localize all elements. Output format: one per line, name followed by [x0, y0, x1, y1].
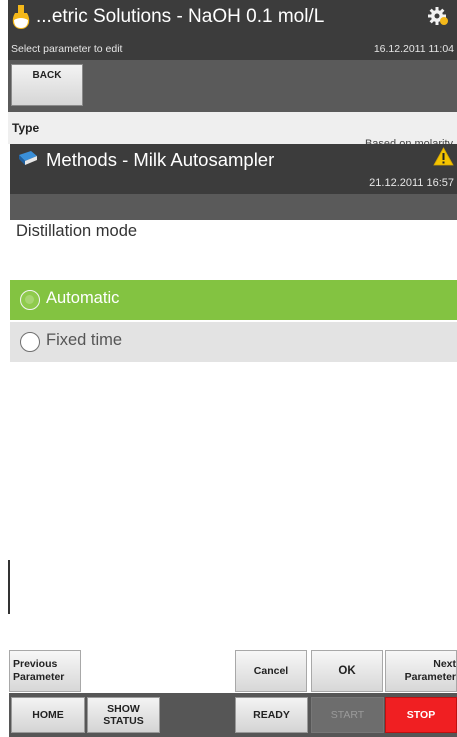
cancel-button[interactable]: Cancel [235, 650, 307, 692]
option-automatic-label: Automatic [46, 289, 120, 307]
home-button[interactable]: HOME [11, 697, 85, 733]
warning-icon[interactable] [433, 147, 454, 166]
ready-button[interactable]: READY [235, 697, 308, 733]
dialog-toolbar [10, 194, 457, 220]
option-automatic[interactable]: Automatic [10, 280, 457, 320]
background-window-datetime: 16.12.2011 11:04 [373, 43, 454, 55]
dialog-header: Methods - Milk Autosampler 21.12.2011 16… [10, 144, 457, 194]
back-button[interactable]: BACK [11, 64, 83, 106]
type-value: Based on molarity [364, 138, 453, 144]
stop-button[interactable]: STOP [385, 697, 457, 733]
type-row: Type Based on molarity [8, 112, 457, 144]
dialog-title: Methods - Milk Autosampler [46, 149, 275, 170]
flask-icon [11, 4, 31, 30]
background-window-title: ...etric Solutions - NaOH 0.1 mol/L [36, 6, 325, 27]
settings-icon[interactable] [427, 5, 449, 27]
action-bar: Previous Parameter Cancel OK Next Parame… [9, 650, 457, 692]
background-window-header: ...etric Solutions - NaOH 0.1 mol/L Sele… [8, 0, 457, 60]
background-window-subtitle: Select parameter to edit [11, 43, 123, 55]
radio-button[interactable] [20, 332, 40, 352]
type-label: Type [12, 121, 40, 135]
ok-button[interactable]: OK [311, 650, 383, 692]
radio-button-selected[interactable] [20, 290, 40, 310]
distillation-mode-label: Distillation mode [16, 222, 138, 240]
previous-parameter-button[interactable]: Previous Parameter [9, 650, 81, 692]
dialog-edge [8, 560, 10, 614]
option-fixed-time[interactable]: Fixed time [10, 322, 457, 362]
background-window-toolbar: BACK [8, 60, 457, 112]
show-status-button[interactable]: SHOW STATUS [87, 697, 160, 733]
dialog-datetime: 21.12.2011 16:57 [369, 177, 454, 189]
methods-book-icon [18, 150, 38, 166]
option-fixed-time-label: Fixed time [46, 331, 123, 349]
next-parameter-button[interactable]: Next Parameter [385, 650, 457, 692]
start-button[interactable]: START [311, 697, 384, 733]
status-bar: HOME SHOW STATUS READY START STOP [9, 693, 457, 737]
